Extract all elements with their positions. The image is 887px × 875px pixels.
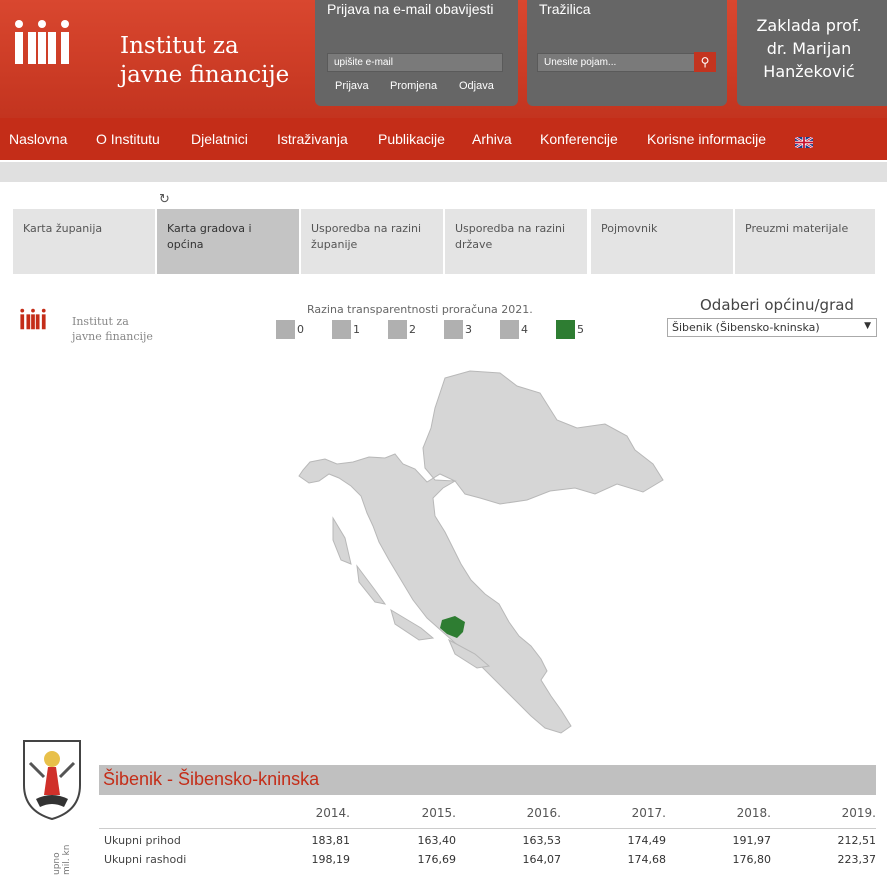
- institute-small-logo-icon: [20, 308, 46, 330]
- site-logo-text[interactable]: Institut za javne financije: [120, 32, 289, 90]
- newsletter-panel: Prijava na e-mail obavijesti upišite e-m…: [315, 0, 518, 106]
- legend-swatch-4[interactable]: [500, 320, 519, 339]
- table-cell: 163,40: [417, 834, 457, 847]
- tab-karta-gradova[interactable]: Karta gradova i općina: [157, 209, 299, 274]
- table-cell: 176,80: [732, 853, 772, 866]
- nav-item-arhiva[interactable]: Arhiva: [472, 131, 512, 147]
- nav-item-korisne-informacije[interactable]: Korisne informacije: [647, 131, 766, 147]
- tab-preuzmi[interactable]: Preuzmi materijale: [735, 209, 875, 274]
- table-cell: 223,37: [837, 853, 877, 866]
- year-header: 2016.: [526, 806, 561, 820]
- legend-label-0: 0: [297, 323, 304, 336]
- legend-label-3: 3: [465, 323, 472, 336]
- table-cell: 174,49: [627, 834, 667, 847]
- legend-swatch-3[interactable]: [444, 320, 463, 339]
- nav-item-konferencije[interactable]: Konferencije: [540, 131, 618, 147]
- site-header: Institut za javne financije Prijava na e…: [0, 0, 887, 118]
- row-label-rashodi: Ukupni rashodi: [104, 853, 187, 866]
- uk-flag-icon[interactable]: [795, 137, 813, 148]
- small-logo-line-1: Institut za: [72, 315, 129, 328]
- institute-logo-icon[interactable]: [12, 20, 72, 64]
- legend-label-4: 4: [521, 323, 528, 336]
- search-icon: ⚲: [700, 55, 710, 69]
- chevron-down-icon: ▼: [864, 321, 871, 331]
- table-cell: 176,69: [417, 853, 457, 866]
- search-button[interactable]: ⚲: [694, 52, 716, 72]
- zaklada-line-3: Hanžeković: [763, 62, 855, 81]
- legend-title: Razina transparentnosti proračuna 2021.: [307, 303, 533, 316]
- table-cell: 198,19: [311, 853, 351, 866]
- newsletter-title: Prijava na e-mail obavijesti: [327, 1, 494, 17]
- nav-item-naslovna[interactable]: Naslovna: [9, 131, 67, 147]
- croatia-municipality-map[interactable]: [295, 368, 685, 738]
- year-header: 2019.: [841, 806, 876, 820]
- island-shape[interactable]: [356, 564, 387, 605]
- tab-usporedba-zupanije[interactable]: Usporedba na razini županije: [301, 209, 443, 274]
- nav-item-o-institutu[interactable]: O Institutu: [96, 131, 160, 147]
- logo-line-2: javne financije: [120, 62, 290, 88]
- legend-label-2: 2: [409, 323, 416, 336]
- table-cell: 191,97: [732, 834, 772, 847]
- year-header: 2018.: [736, 806, 771, 820]
- tab-pojmovnik[interactable]: Pojmovnik: [591, 209, 733, 274]
- nav-item-publikacije[interactable]: Publikacije: [378, 131, 445, 147]
- city-title: Šibenik - Šibensko-kninska: [103, 769, 320, 789]
- legend-label-5: 5: [577, 323, 584, 336]
- croatia-map-shape[interactable]: [298, 370, 664, 734]
- logo-line-1: Institut za: [120, 33, 239, 59]
- nav-item-istrazivanja[interactable]: Istraživanja: [277, 131, 348, 147]
- municipality-select-value: Šibenik (Šibensko-kninska): [672, 321, 820, 334]
- small-logo-text: Institut za javne financije: [72, 314, 153, 344]
- city-header-bar: Šibenik - Šibensko-kninska: [99, 765, 876, 795]
- legend-swatch-2[interactable]: [388, 320, 407, 339]
- divider-bar: [0, 162, 887, 182]
- dropdown-title: Odaberi općinu/grad: [700, 296, 854, 314]
- side-axis-label: upno mil. kn: [52, 844, 72, 875]
- table-cell: 164,07: [522, 853, 562, 866]
- email-input[interactable]: upišite e-mail: [327, 53, 503, 72]
- legend-label-1: 1: [353, 323, 360, 336]
- row-label-prihod: Ukupni prihod: [104, 834, 181, 847]
- tab-usporedba-drzave[interactable]: Usporedba na razini države: [445, 209, 587, 274]
- unsubscribe-link[interactable]: Odjava: [459, 80, 494, 92]
- sibenik-coat-of-arms-icon: [23, 740, 81, 821]
- change-link[interactable]: Promjena: [390, 80, 437, 92]
- legend-swatch-1[interactable]: [332, 320, 351, 339]
- tab-karta-zupanija[interactable]: Karta županija: [13, 209, 155, 274]
- table-cell: 174,68: [627, 853, 667, 866]
- legend-swatch-0[interactable]: [276, 320, 295, 339]
- island-shape[interactable]: [332, 516, 352, 565]
- nav-item-djelatnici[interactable]: Djelatnici: [191, 131, 248, 147]
- table-cell: 183,81: [311, 834, 351, 847]
- year-header: 2014.: [315, 806, 350, 820]
- year-header: 2017.: [631, 806, 666, 820]
- table-cell: 212,51: [837, 834, 877, 847]
- subscribe-link[interactable]: Prijava: [335, 80, 369, 92]
- small-logo-line-2: javne financije: [72, 330, 153, 343]
- legend-swatch-5[interactable]: [556, 320, 575, 339]
- main-nav: Naslovna O Institutu Djelatnici Istraživ…: [0, 118, 887, 160]
- search-title: Tražilica: [539, 1, 591, 17]
- table-divider: [99, 828, 876, 829]
- zaklada-line-1: Zaklada prof.: [756, 16, 862, 35]
- municipality-select[interactable]: Šibenik (Šibensko-kninska) ▼: [667, 318, 877, 337]
- refresh-icon[interactable]: ↻: [159, 192, 170, 207]
- search-input[interactable]: Unesite pojam...: [537, 53, 695, 72]
- table-cell: 163,53: [522, 834, 562, 847]
- zaklada-link[interactable]: Zaklada prof. dr. Marijan Hanžeković: [744, 14, 874, 83]
- year-header: 2015.: [421, 806, 456, 820]
- zaklada-line-2: dr. Marijan: [766, 39, 852, 58]
